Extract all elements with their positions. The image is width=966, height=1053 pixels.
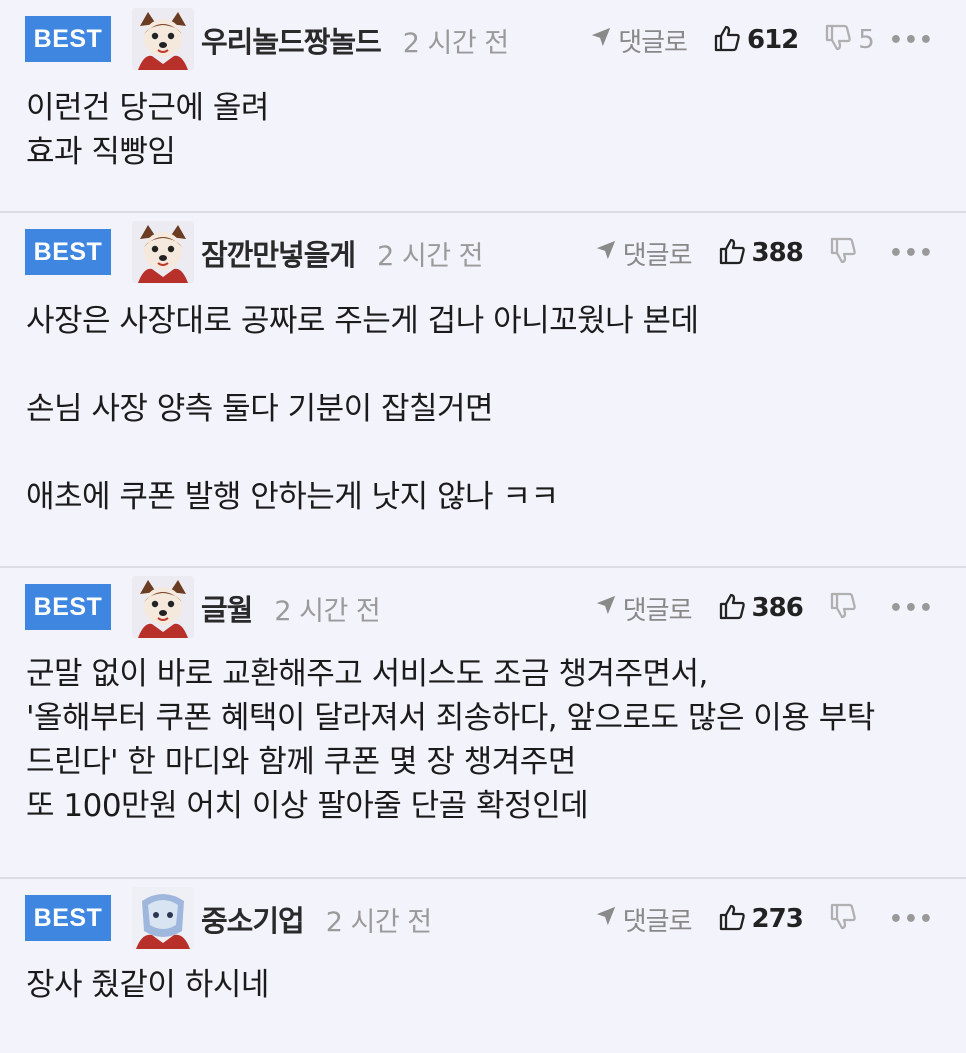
comment-body: 장사 줬같이 하시네	[0, 963, 966, 1007]
timestamp: 2 시간 전	[377, 240, 483, 272]
nickname-link[interactable]: 우리놀드짱놀드	[201, 19, 382, 61]
comment-item: BEST 글월 2 시간 전 댓글로 386 ••• 군말 없이 바로 교환해주고 서비스도…	[0, 568, 966, 879]
comment-body: 사장은 사장대로 공짜로 주는게 겁나 아니꼬웠나 본데손님 사장 양측 둘다 …	[0, 299, 966, 519]
thumbs-down-icon	[829, 903, 863, 935]
comment-header: BEST 중소기업 2 시간 전 댓글로 273 •••	[0, 879, 966, 959]
fox-avatar-icon[interactable]	[132, 221, 194, 283]
more-options-icon[interactable]: •••	[889, 907, 934, 932]
more-options-icon[interactable]: •••	[889, 596, 934, 621]
comment-text-line	[26, 343, 966, 387]
thumbs-down-icon	[824, 24, 858, 56]
send-arrow-icon	[595, 238, 623, 268]
upvote-count: 273	[751, 904, 804, 934]
reply-label: 댓글로	[622, 595, 693, 626]
thumbs-up-icon	[718, 237, 752, 269]
comment-text-line: 군말 없이 바로 교환해주고 서비스도 조금 챙겨주면서,	[26, 656, 708, 692]
fox-avatar-icon[interactable]	[132, 576, 194, 638]
more-options-icon[interactable]: •••	[889, 241, 934, 266]
timestamp: 2 시간 전	[274, 595, 381, 627]
reply-button[interactable]: 댓글로	[590, 22, 688, 59]
best-badge: BEST	[25, 584, 111, 630]
downvote-button[interactable]	[829, 237, 875, 269]
reply-button[interactable]: 댓글로	[595, 590, 693, 627]
reply-label: 댓글로	[618, 27, 688, 58]
upvote-button[interactable]: 388	[718, 237, 804, 269]
comment-header: BEST 우리놀드짱놀드 2 시간 전 댓글로 612 5 •••	[0, 0, 966, 80]
comment-text-line: 애초에 쿠폰 발행 안하는게 낫지 않나 ㅋㅋ	[26, 479, 559, 515]
reply-button[interactable]: 댓글로	[595, 901, 693, 938]
comment-item: BEST 잠깐만넣을게 2 시간 전 댓글로 388 ••• 사장은 사장대로 공짜로 주는…	[0, 213, 966, 568]
upvote-button[interactable]: 386	[718, 592, 804, 624]
comment-body: 이런건 당근에 올려효과 직빵임	[0, 86, 966, 174]
nickname-link[interactable]: 중소기업	[201, 898, 305, 940]
comment-text-line: 드린다' 한 마디와 함께 쿠폰 몇 장 챙겨주면	[26, 744, 576, 780]
robot-avatar-icon[interactable]	[132, 887, 194, 949]
comment-list: BEST 우리놀드짱놀드 2 시간 전 댓글로 612 5 ••• 이런건 당근에 올려 효과 …	[0, 0, 966, 1053]
timestamp: 2 시간 전	[325, 906, 432, 938]
comment-text-line: 사장은 사장대로 공짜로 주는게 겁나 아니꼬웠나 본데	[26, 303, 699, 339]
thumbs-down-icon	[829, 592, 863, 624]
upvote-button[interactable]: 273	[718, 903, 804, 935]
downvote-count: 5	[858, 25, 875, 55]
downvote-button[interactable]: 5	[824, 24, 875, 56]
downvote-button[interactable]	[829, 903, 875, 935]
thumbs-up-icon	[713, 24, 747, 56]
comment-text-line: 손님 사장 양측 둘다 기분이 잡칠거면	[26, 391, 494, 427]
comment-header: BEST 글월 2 시간 전 댓글로 386 •••	[0, 568, 966, 648]
reply-button[interactable]: 댓글로	[595, 235, 693, 272]
send-arrow-icon	[590, 25, 618, 55]
thumbs-up-icon	[718, 592, 752, 624]
comment-text-line	[26, 431, 966, 475]
downvote-button[interactable]	[829, 592, 875, 624]
comment-text-line: 장사 줬같이 하시네	[26, 967, 269, 1003]
upvote-count: 388	[751, 238, 804, 268]
best-badge: BEST	[25, 229, 111, 275]
reply-label: 댓글로	[622, 240, 693, 271]
upvote-count: 386	[751, 593, 804, 623]
comment-text-line: '올해부터 쿠폰 혜택이 달라져서 죄송하다, 앞으로도 많은 이용 부탁	[26, 700, 875, 736]
comment-header: BEST 잠깐만넣을게 2 시간 전 댓글로 388 •••	[0, 213, 966, 293]
timestamp: 2 시간 전	[402, 27, 509, 59]
comment-item: BEST 우리놀드짱놀드 2 시간 전 댓글로 612 5 ••• 이런건 당근에 올려효과 …	[0, 0, 966, 213]
comment-item: BEST 중소기업 2 시간 전 댓글로 273 ••• 장사 줬같이 하시네	[0, 879, 966, 1053]
best-badge: BEST	[25, 895, 111, 941]
nickname-link[interactable]: 글월	[201, 587, 253, 629]
comment-body: 군말 없이 바로 교환해주고 서비스도 조금 챙겨주면서, '올해부터 쿠폰 혜택…	[0, 652, 966, 828]
thumbs-down-icon	[829, 237, 863, 269]
upvote-count: 612	[746, 25, 799, 55]
comment-text-line: 효과 직빵임	[26, 134, 176, 170]
nickname-link[interactable]: 잠깐만넣을게	[201, 232, 356, 274]
reply-label: 댓글로	[622, 906, 693, 937]
send-arrow-icon	[595, 904, 623, 934]
best-badge: BEST	[25, 16, 111, 62]
send-arrow-icon	[595, 593, 623, 623]
more-options-icon[interactable]: •••	[889, 28, 934, 53]
upvote-button[interactable]: 612	[713, 24, 799, 56]
thumbs-up-icon	[718, 903, 752, 935]
fox-avatar-icon[interactable]	[132, 8, 194, 70]
comment-text-line: 이런건 당근에 올려	[26, 90, 269, 126]
comment-text-line: 또 100만원 어치 이상 팔아줄 단골 확정인데	[26, 788, 589, 824]
